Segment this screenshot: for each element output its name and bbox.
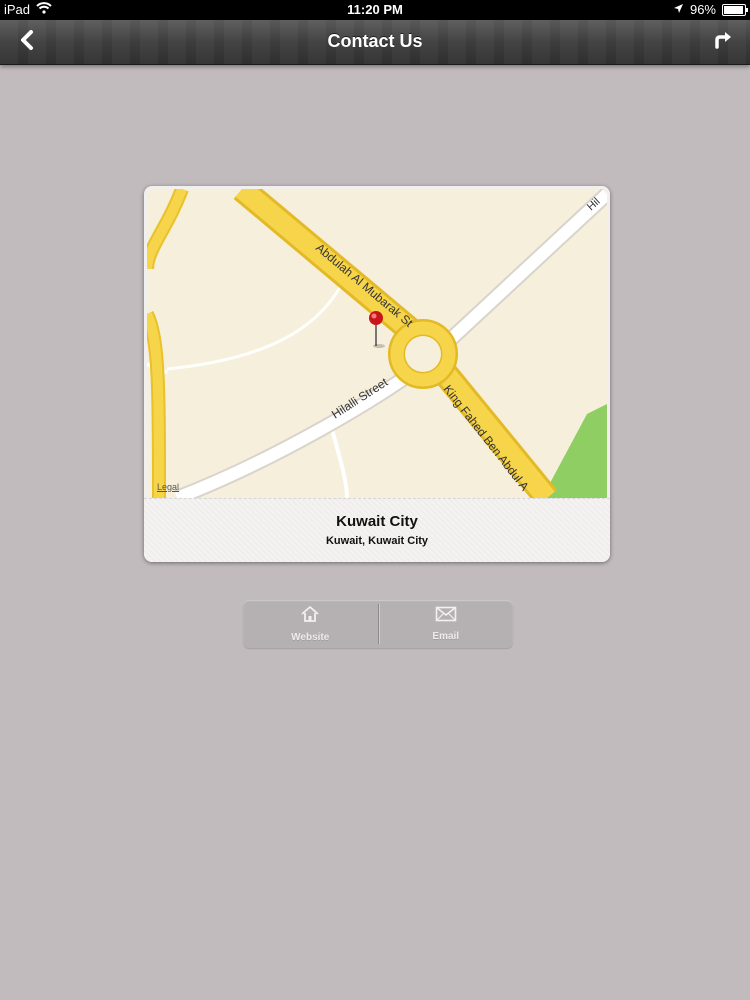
battery-percent: 96% (689, 2, 716, 17)
location-name: Kuwait City (336, 513, 418, 530)
envelope-icon (435, 606, 457, 625)
road-label-king-fahed: King Fahed Ben Abdul A (441, 382, 532, 493)
roundabout-center (405, 336, 441, 372)
email-label: Email (432, 631, 460, 642)
email-button[interactable]: Email (379, 600, 514, 648)
location-info: Kuwait City Kuwait, Kuwait City (144, 498, 610, 562)
major-road (147, 189, 187, 270)
map-pin-icon[interactable] (369, 311, 385, 348)
action-bar: Website Email (243, 600, 513, 648)
minor-road (330, 428, 349, 498)
battery-icon (722, 3, 748, 16)
map-graphic: Abdulah Al Mubarak St Hilalli Street Kin… (147, 189, 607, 498)
map-view[interactable]: Abdulah Al Mubarak St Hilalli Street Kin… (147, 189, 607, 498)
location-subtitle: Kuwait, Kuwait City (325, 535, 429, 547)
minor-road (166, 283, 344, 371)
home-icon (300, 605, 320, 626)
location-card: Abdulah Al Mubarak St Hilalli Street Kin… (144, 186, 610, 562)
share-button[interactable] (708, 28, 738, 56)
road-label-abdulah: Abdulah Al Mubarak St (313, 241, 416, 331)
map-legal-link[interactable]: Legal (157, 482, 179, 492)
nav-bar: Contact Us (0, 20, 750, 65)
location-arrow-icon (673, 2, 684, 17)
status-time: 11:20 PM (347, 2, 403, 17)
battery-level (724, 5, 744, 14)
website-button[interactable]: Website (243, 600, 378, 648)
share-arrow-icon (713, 31, 733, 54)
page-title: Contact Us (327, 31, 423, 51)
status-bar: iPad 11:20 PM 96% (0, 0, 750, 20)
website-label: Website (291, 632, 330, 643)
